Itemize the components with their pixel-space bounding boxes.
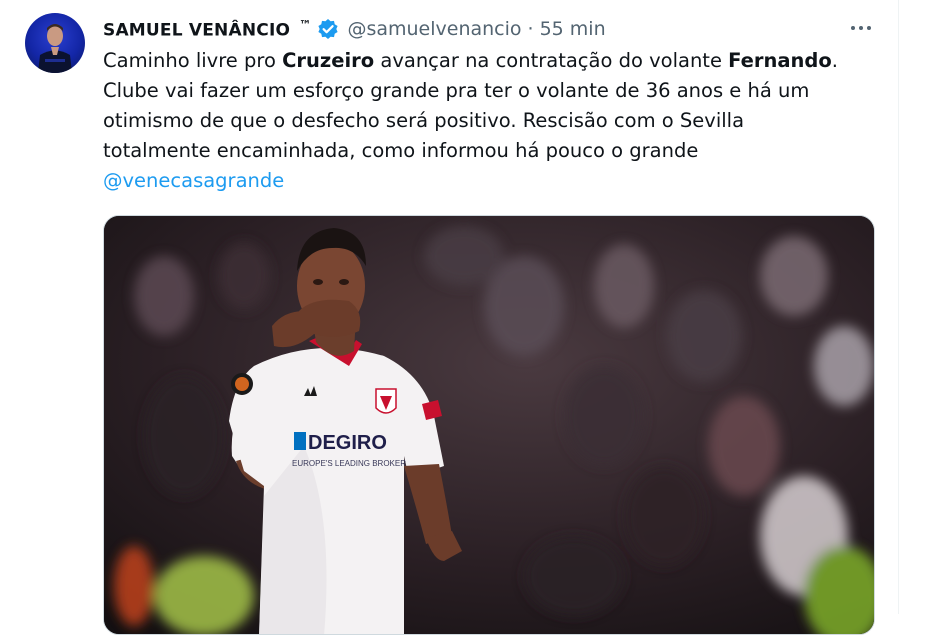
tweet-photo[interactable]: DEGIRO EUROPE'S LEADING BROKER — [103, 215, 875, 635]
trademark-symbol: ™ — [299, 17, 312, 32]
tweet-header: SAMUEL VENÂNCIO ™ @samuelvenancio · 55 m… — [103, 14, 606, 44]
text-fragment: Caminho livre pro — [103, 49, 283, 72]
text-fragment: avançar na contratação do volante — [374, 49, 729, 72]
tweet-text-line-3: otimismo de que o desfecho será positivo… — [103, 109, 745, 132]
tweet-text-line-2: Clube vai fazer um esforço grande pra te… — [103, 79, 810, 102]
author-name[interactable]: SAMUEL VENÂNCIO ™ — [103, 18, 311, 41]
tweet-text: Caminho livre pro Cruzeiro avançar na co… — [103, 46, 878, 196]
avatar[interactable] — [25, 13, 85, 73]
tweet[interactable]: SAMUEL VENÂNCIO ™ @samuelvenancio · 55 m… — [0, 0, 948, 635]
separator-dot: · — [527, 18, 534, 40]
tweet-text-line-1: Caminho livre pro Cruzeiro avançar na co… — [103, 46, 878, 76]
timeline-border — [898, 0, 899, 614]
text-bold-cruzeiro: Cruzeiro — [282, 49, 375, 72]
author-handle[interactable]: @samuelvenancio — [347, 18, 521, 40]
text-bold-fernando: Fernando — [728, 49, 832, 72]
verified-badge-icon — [317, 18, 339, 40]
author-name-text: SAMUEL VENÂNCIO — [103, 20, 291, 41]
tweet-text-line-4: totalmente encaminhada, como informou há… — [103, 139, 699, 162]
tweet-timestamp[interactable]: 55 min — [540, 18, 606, 40]
more-options-icon[interactable] — [845, 14, 877, 42]
mention-link[interactable]: @venecasagrande — [103, 166, 878, 196]
text-fragment: . — [831, 49, 838, 72]
sponsor-tagline: EUROPE'S LEADING BROKER — [292, 459, 406, 468]
sponsor-logo: DEGIRO — [308, 432, 387, 454]
